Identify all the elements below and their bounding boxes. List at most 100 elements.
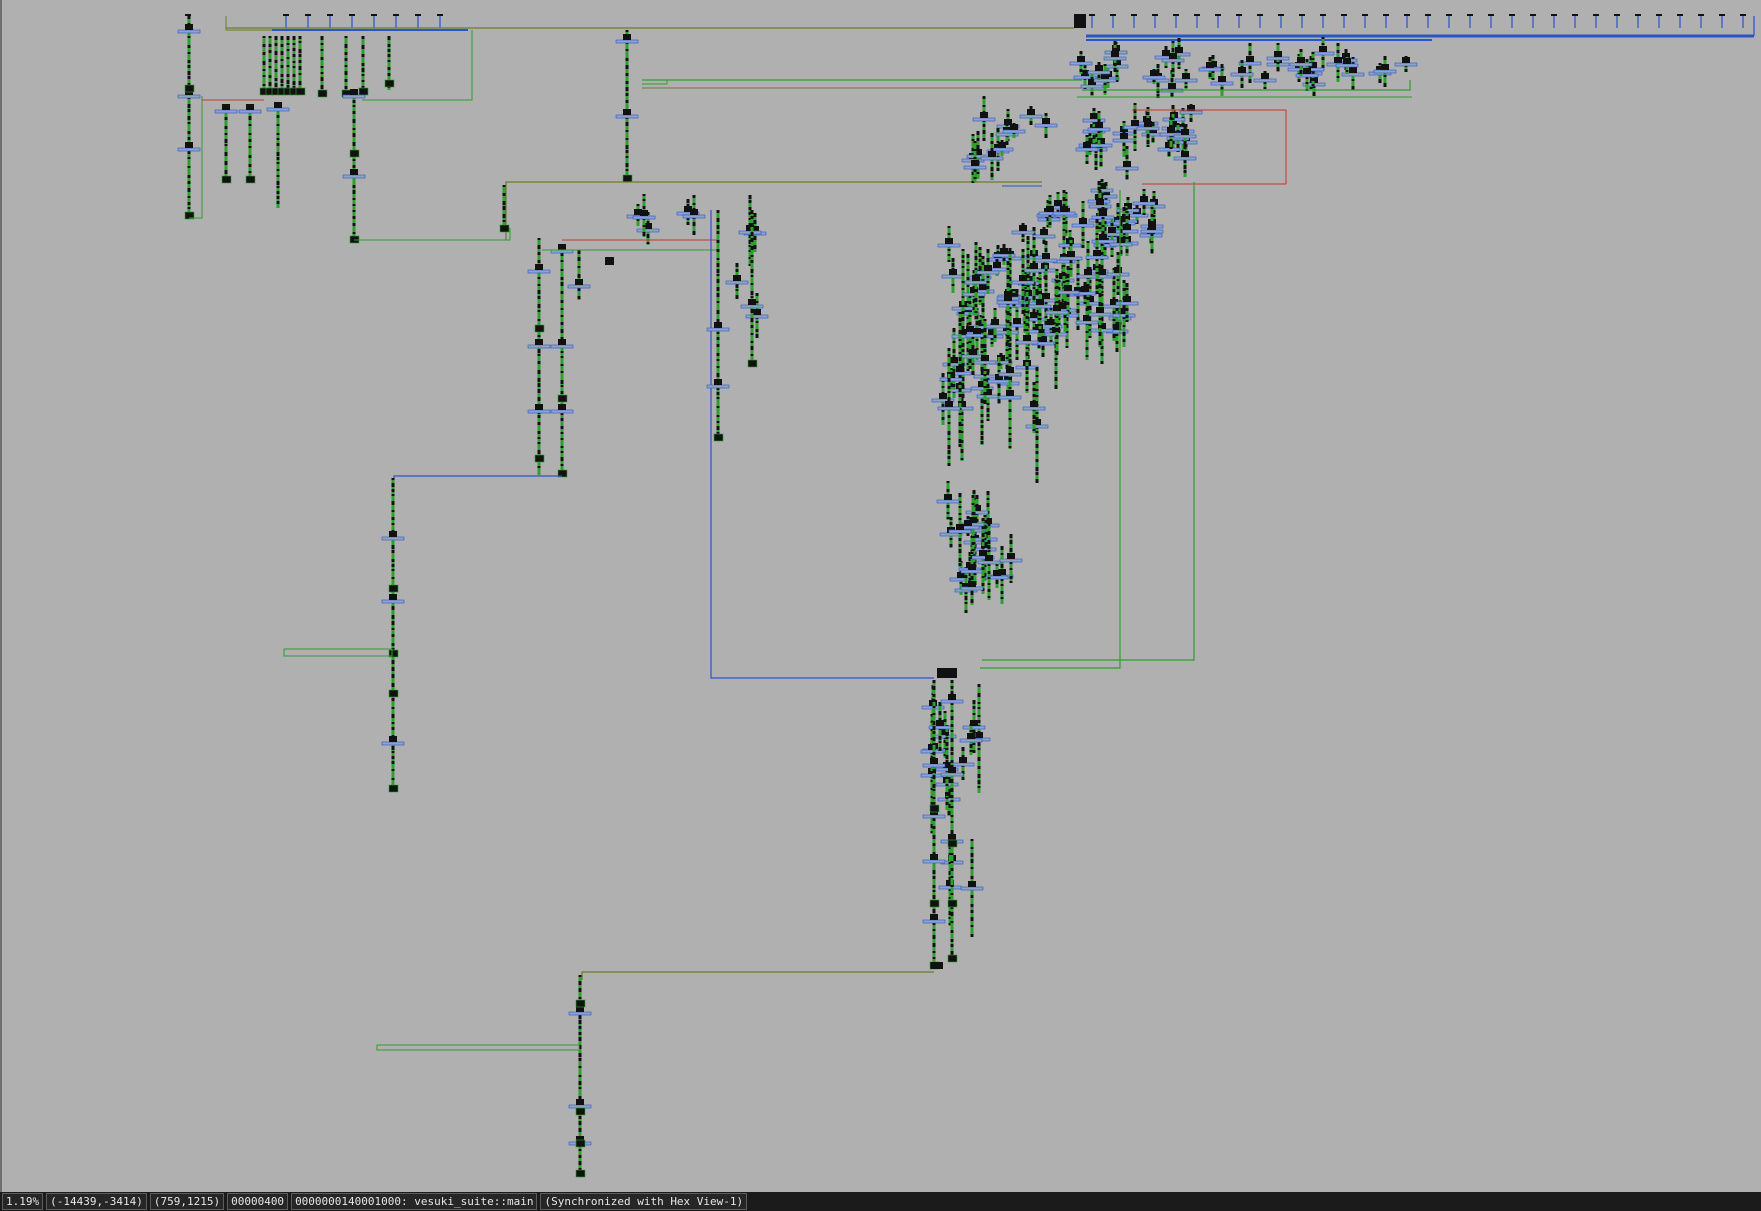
graph-basic-block[interactable] <box>716 225 720 229</box>
graph-basic-block[interactable] <box>932 957 936 959</box>
graph-basic-block[interactable] <box>1038 313 1042 316</box>
graph-basic-block[interactable] <box>932 721 936 725</box>
graph-basic-block[interactable] <box>560 391 564 394</box>
graph-basic-block[interactable] <box>952 328 956 332</box>
graph-basic-block[interactable] <box>987 522 991 526</box>
graph-basic-block[interactable] <box>1177 67 1181 69</box>
graph-basic-block[interactable] <box>932 818 936 821</box>
graph-block-header[interactable] <box>1080 84 1104 89</box>
graph-basic-block[interactable] <box>964 575 968 578</box>
graph-basic-block[interactable] <box>1000 591 1004 594</box>
graph-basic-block[interactable] <box>274 60 278 63</box>
graph-basic-block[interactable] <box>1122 143 1126 146</box>
graph-basic-block[interactable] <box>1081 209 1085 212</box>
graph-basic-block[interactable] <box>985 555 993 561</box>
graph-basic-block[interactable] <box>932 743 936 745</box>
graph-basic-block[interactable] <box>224 170 228 174</box>
graph-basic-block[interactable] <box>983 328 987 332</box>
graph-basic-block[interactable] <box>735 289 739 291</box>
graph-basic-block[interactable] <box>1076 317 1080 320</box>
graph-basic-block[interactable] <box>1076 264 1080 268</box>
graph-basic-block[interactable] <box>1150 207 1154 209</box>
graph-basic-block[interactable] <box>415 14 421 16</box>
graph-basic-block[interactable] <box>970 895 974 898</box>
graph-basic-block[interactable] <box>361 54 365 57</box>
graph-basic-block[interactable] <box>1035 412 1039 414</box>
graph-basic-block[interactable] <box>970 934 974 937</box>
graph-block-header[interactable] <box>1052 211 1076 216</box>
graph-basic-block[interactable] <box>1056 192 1060 194</box>
graph-basic-block[interactable] <box>276 186 280 188</box>
graph-basic-block[interactable] <box>939 393 947 399</box>
graph-basic-block[interactable] <box>560 351 564 353</box>
graph-basic-block[interactable] <box>578 1032 582 1035</box>
graph-basic-block[interactable] <box>1025 371 1029 374</box>
graph-basic-block[interactable] <box>577 274 581 278</box>
graph-basic-block[interactable] <box>1097 138 1101 140</box>
graph-basic-block[interactable] <box>391 683 395 687</box>
graph-basic-block[interactable] <box>352 198 356 200</box>
graph-basic-block[interactable] <box>1142 213 1146 215</box>
graph-basic-block[interactable] <box>187 76 191 79</box>
graph-basic-block[interactable] <box>1446 14 1452 16</box>
graph-basic-block[interactable] <box>577 266 581 268</box>
graph-basic-block[interactable] <box>537 431 541 434</box>
graph-basic-block[interactable] <box>1110 255 1114 257</box>
graph-block-header[interactable] <box>1210 81 1234 86</box>
graph-basic-block[interactable] <box>1236 14 1242 16</box>
graph-basic-block[interactable] <box>972 275 980 281</box>
graph-basic-block[interactable] <box>1006 328 1010 330</box>
graph-basic-block[interactable] <box>1008 387 1012 389</box>
graph-basic-block[interactable] <box>1113 63 1117 66</box>
graph-basic-block[interactable] <box>1060 206 1068 212</box>
graph-basic-block[interactable] <box>1171 74 1175 77</box>
graph-basic-block[interactable] <box>958 518 962 520</box>
graph-basic-block[interactable] <box>576 1099 584 1105</box>
graph-basic-block[interactable] <box>966 269 970 271</box>
graph-basic-block[interactable] <box>1006 275 1010 279</box>
graph-block-header[interactable] <box>1002 129 1026 134</box>
graph-basic-block[interactable] <box>938 711 942 715</box>
graph-basic-block[interactable] <box>1094 161 1098 165</box>
graph-basic-block[interactable] <box>280 36 284 40</box>
graph-basic-block[interactable] <box>187 36 191 38</box>
graph-basic-block[interactable] <box>187 65 191 68</box>
graph-block-header[interactable] <box>615 39 639 44</box>
graph-basic-block[interactable] <box>1027 109 1035 115</box>
graph-basic-block[interactable] <box>1148 224 1156 230</box>
graph-basic-block[interactable] <box>1009 548 1013 552</box>
graph-basic-block[interactable] <box>352 133 356 137</box>
graph-basic-block[interactable] <box>1008 354 1012 357</box>
graph-basic-block[interactable] <box>578 1149 582 1151</box>
graph-basic-block[interactable] <box>932 731 936 734</box>
graph-basic-block[interactable] <box>1086 249 1090 253</box>
graph-basic-block[interactable] <box>982 138 986 141</box>
graph-basic-block[interactable] <box>224 126 228 129</box>
graph-basic-block[interactable] <box>575 1107 586 1116</box>
graph-basic-block[interactable] <box>1081 239 1085 241</box>
graph-block-header[interactable] <box>1394 62 1418 67</box>
graph-basic-block[interactable] <box>1097 181 1101 185</box>
graph-basic-block[interactable] <box>941 386 945 388</box>
graph-basic-block[interactable] <box>391 634 395 637</box>
graph-basic-block[interactable] <box>945 732 949 736</box>
graph-basic-block[interactable] <box>750 341 754 343</box>
graph-block-header[interactable] <box>1090 328 1114 333</box>
graph-basic-block[interactable] <box>1025 290 1029 292</box>
graph-basic-block[interactable] <box>642 194 646 196</box>
graph-basic-block[interactable] <box>1042 293 1050 299</box>
graph-basic-block[interactable] <box>352 223 356 226</box>
graph-basic-block[interactable] <box>1171 68 1175 72</box>
graph-basic-block[interactable] <box>981 262 985 265</box>
graph-basic-block[interactable] <box>932 935 936 939</box>
graph-block-header[interactable] <box>1011 230 1035 235</box>
graph-basic-block[interactable] <box>187 109 191 112</box>
graph-basic-block[interactable] <box>983 515 987 517</box>
graph-basic-block[interactable] <box>391 569 395 571</box>
graph-basic-block[interactable] <box>946 481 950 483</box>
graph-basic-block[interactable] <box>1083 295 1087 299</box>
graph-basic-block[interactable] <box>1402 57 1410 63</box>
graph-basic-block[interactable] <box>952 355 956 357</box>
graph-basic-block[interactable] <box>987 550 991 552</box>
graph-basic-block[interactable] <box>932 769 936 773</box>
